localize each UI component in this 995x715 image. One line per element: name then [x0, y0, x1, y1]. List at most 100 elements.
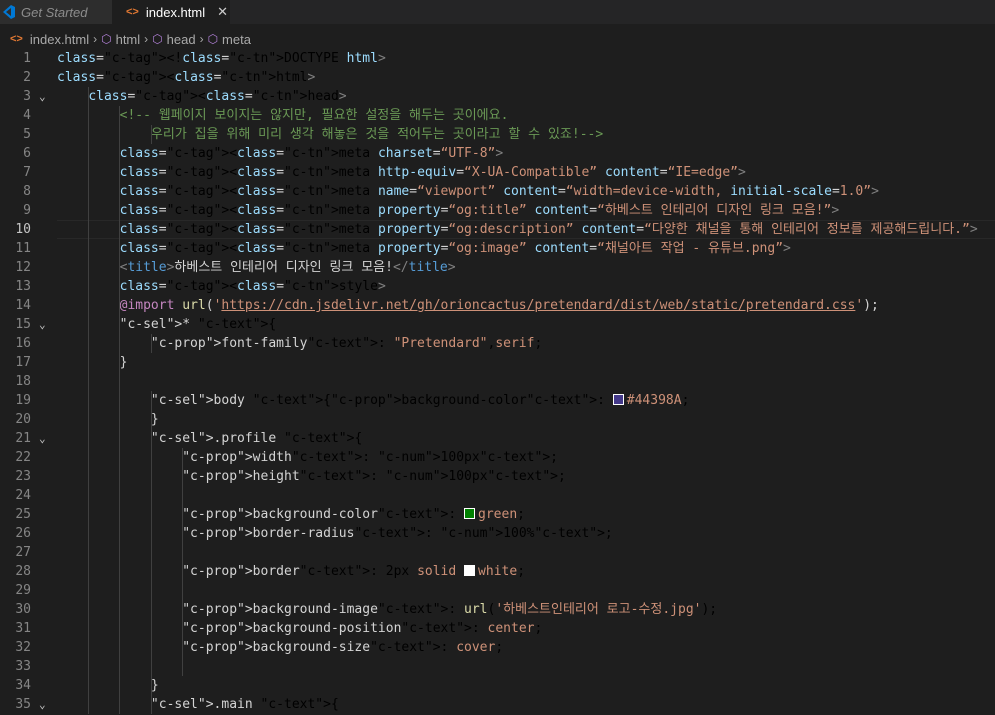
fold-chevron-icon[interactable]: ⌄: [39, 87, 51, 106]
breadcrumb-item-head[interactable]: head: [167, 32, 196, 47]
code-line[interactable]: 7 class="c-tag"><class="c-tn">meta http-…: [0, 163, 995, 182]
indent-guide: [150, 391, 152, 714]
code-line[interactable]: 15 ⌄ "c-sel">* "c-text">{: [0, 315, 995, 334]
code-text: class="c-tag"><class="c-tn">meta name=“v…: [119, 184, 879, 199]
code-line[interactable]: 27: [0, 543, 995, 562]
code-line[interactable]: 28 "c-prop">border"c-text">: 2px solid w…: [0, 562, 995, 581]
cube-icon: ⬡: [207, 32, 219, 46]
color-swatch[interactable]: [464, 565, 476, 576]
line-number: 28: [15, 564, 31, 579]
code-text: @import url('https://cdn.jsdelivr.net/gh…: [119, 298, 879, 313]
line-number: 23: [15, 469, 31, 484]
indent-guide: [181, 448, 183, 676]
code-line[interactable]: 12 <title>하베스트 인테리어 디자인 링크 모음!</title>: [0, 258, 995, 277]
color-swatch[interactable]: [464, 508, 476, 519]
line-number: 6: [23, 146, 31, 161]
indent-guide: [150, 334, 152, 353]
cube-icon: ⬡: [101, 32, 112, 46]
code-line[interactable]: 2 class="c-tag"><class="c-tn">html>: [0, 68, 995, 87]
code-text: "c-sel">.main "c-text">{: [150, 697, 339, 712]
code-text: "c-prop">background-position"c-text">: c…: [182, 621, 543, 636]
code-line[interactable]: 24: [0, 486, 995, 505]
code-line[interactable]: 33: [0, 657, 995, 676]
code-line[interactable]: 13 class="c-tag"><class="c-tn">style>: [0, 277, 995, 296]
line-number: 24: [15, 488, 31, 503]
code-line[interactable]: 30 "c-prop">background-image"c-text">: u…: [0, 600, 995, 619]
indent-guide: [88, 87, 90, 714]
code-line[interactable]: 20 }: [0, 410, 995, 429]
code-text: class="c-tag"><class="c-tn">html>: [57, 70, 316, 85]
breadcrumb-item-file[interactable]: index.html: [30, 32, 89, 47]
code-line[interactable]: 9 class="c-tag"><class="c-tn">meta prope…: [0, 201, 995, 220]
breadcrumb-item-meta[interactable]: meta: [222, 32, 251, 47]
chevron-right-icon: ›: [93, 32, 98, 46]
code-text: class="c-tag"><class="c-tn">style>: [119, 279, 386, 294]
fold-chevron-icon[interactable]: ⌄: [39, 695, 51, 714]
code-text: class="c-tag"><class="c-tn">meta charset…: [119, 146, 504, 161]
line-number: 17: [15, 355, 31, 370]
code-text: class="c-tag"><class="c-tn">head>: [88, 89, 347, 104]
code-text: "c-prop">border-radius"c-text">: "c-num"…: [182, 526, 613, 541]
code-line[interactable]: 4 <!-- 웹페이지 보이지는 않지만, 필요한 설정을 해두는 곳이에요.: [0, 106, 995, 125]
line-number: 29: [15, 583, 31, 598]
code-text: "c-prop">background-image"c-text">: url(…: [182, 602, 718, 617]
line-number: 19: [15, 393, 31, 408]
line-number: 14: [15, 298, 31, 313]
line-number: 18: [15, 374, 31, 389]
fold-chevron-icon[interactable]: ⌄: [39, 315, 51, 334]
line-number: 2: [23, 70, 31, 85]
line-number: 20: [15, 412, 31, 427]
code-line[interactable]: 16 "c-prop">font-family"c-text">: "Prete…: [0, 334, 995, 353]
code-editor[interactable]: 1 class="c-tag"><!class="c-tn">DOCTYPE ht…: [0, 49, 995, 715]
line-number: 4: [23, 108, 31, 123]
code-line[interactable]: 31 "c-prop">background-position"c-text">…: [0, 619, 995, 638]
code-line[interactable]: 29: [0, 581, 995, 600]
code-line[interactable]: 6 class="c-tag"><class="c-tn">meta chars…: [0, 144, 995, 163]
code-line[interactable]: 17 }: [0, 353, 995, 372]
tab-index-html[interactable]: <> index.html ✕: [112, 0, 230, 24]
fold-chevron-icon[interactable]: ⌄: [39, 429, 51, 448]
code-text: "c-prop">background-color"c-text">: gree…: [182, 507, 525, 522]
line-number: 25: [15, 507, 31, 522]
code-line[interactable]: 5 우리가 집을 위해 미리 생각 해놓은 것을 적어두는 곳이라고 할 수 있…: [0, 125, 995, 144]
tab-bar: Get Started <> index.html ✕: [0, 0, 995, 24]
line-number: 26: [15, 526, 31, 541]
code-text: "c-prop">background-size"c-text">: cover…: [182, 640, 504, 655]
code-line[interactable]: 1 class="c-tag"><!class="c-tn">DOCTYPE ht…: [0, 49, 995, 68]
code-line[interactable]: 19 "c-sel">body "c-text">{"c-prop">backg…: [0, 391, 995, 410]
code-text: 우리가 집을 위해 미리 생각 해놓은 것을 적어두는 곳이라고 할 수 있죠!…: [57, 127, 604, 142]
code-line[interactable]: 34 }: [0, 676, 995, 695]
breadcrumb-item-html[interactable]: html: [116, 32, 141, 47]
tab-get-started[interactable]: Get Started: [0, 0, 112, 24]
code-line[interactable]: 18: [0, 372, 995, 391]
color-swatch[interactable]: [612, 394, 624, 405]
close-icon[interactable]: ✕: [217, 4, 228, 20]
code-line[interactable]: 23 "c-prop">height"c-text">: "c-num">100…: [0, 467, 995, 486]
code-text: "c-prop">font-family"c-text">: "Pretenda…: [150, 336, 543, 351]
code-line[interactable]: 25 "c-prop">background-color"c-text">: g…: [0, 505, 995, 524]
code-text: }: [57, 355, 128, 370]
code-line[interactable]: 32 "c-prop">background-size"c-text">: co…: [0, 638, 995, 657]
html-file-icon: <>: [10, 33, 23, 45]
chevron-right-icon: ›: [144, 32, 149, 46]
code-text: class="c-tag"><class="c-tn">meta http-eq…: [119, 165, 746, 180]
line-number: 21: [15, 431, 31, 446]
line-number: 15: [15, 317, 31, 332]
line-number: 8: [23, 184, 31, 199]
line-number: 3: [23, 89, 31, 104]
line-number: 35: [15, 697, 31, 712]
indent-guide: [119, 106, 121, 714]
code-line[interactable]: 14 @import url('https://cdn.jsdelivr.net…: [0, 296, 995, 315]
code-text: "c-prop">width"c-text">: "c-num">100px"c…: [182, 450, 558, 465]
code-line[interactable]: 22 "c-prop">width"c-text">: "c-num">100p…: [0, 448, 995, 467]
code-line[interactable]: 8 class="c-tag"><class="c-tn">meta name=…: [0, 182, 995, 201]
code-line[interactable]: 3 ⌄ class="c-tag"><class="c-tn">head>: [0, 87, 995, 106]
chevron-right-icon: ›: [199, 32, 204, 46]
code-line[interactable]: 10 class="c-tag"><class="c-tn">meta prop…: [0, 220, 995, 239]
line-number: 12: [15, 260, 31, 275]
code-text: class="c-tag"><class="c-tn">meta propert…: [119, 241, 791, 256]
code-line[interactable]: 11 class="c-tag"><class="c-tn">meta prop…: [0, 239, 995, 258]
code-line[interactable]: 21 ⌄ "c-sel">.profile "c-text">{: [0, 429, 995, 448]
code-line[interactable]: 35 ⌄ "c-sel">.main "c-text">{: [0, 695, 995, 714]
code-line[interactable]: 26 "c-prop">border-radius"c-text">: "c-n…: [0, 524, 995, 543]
